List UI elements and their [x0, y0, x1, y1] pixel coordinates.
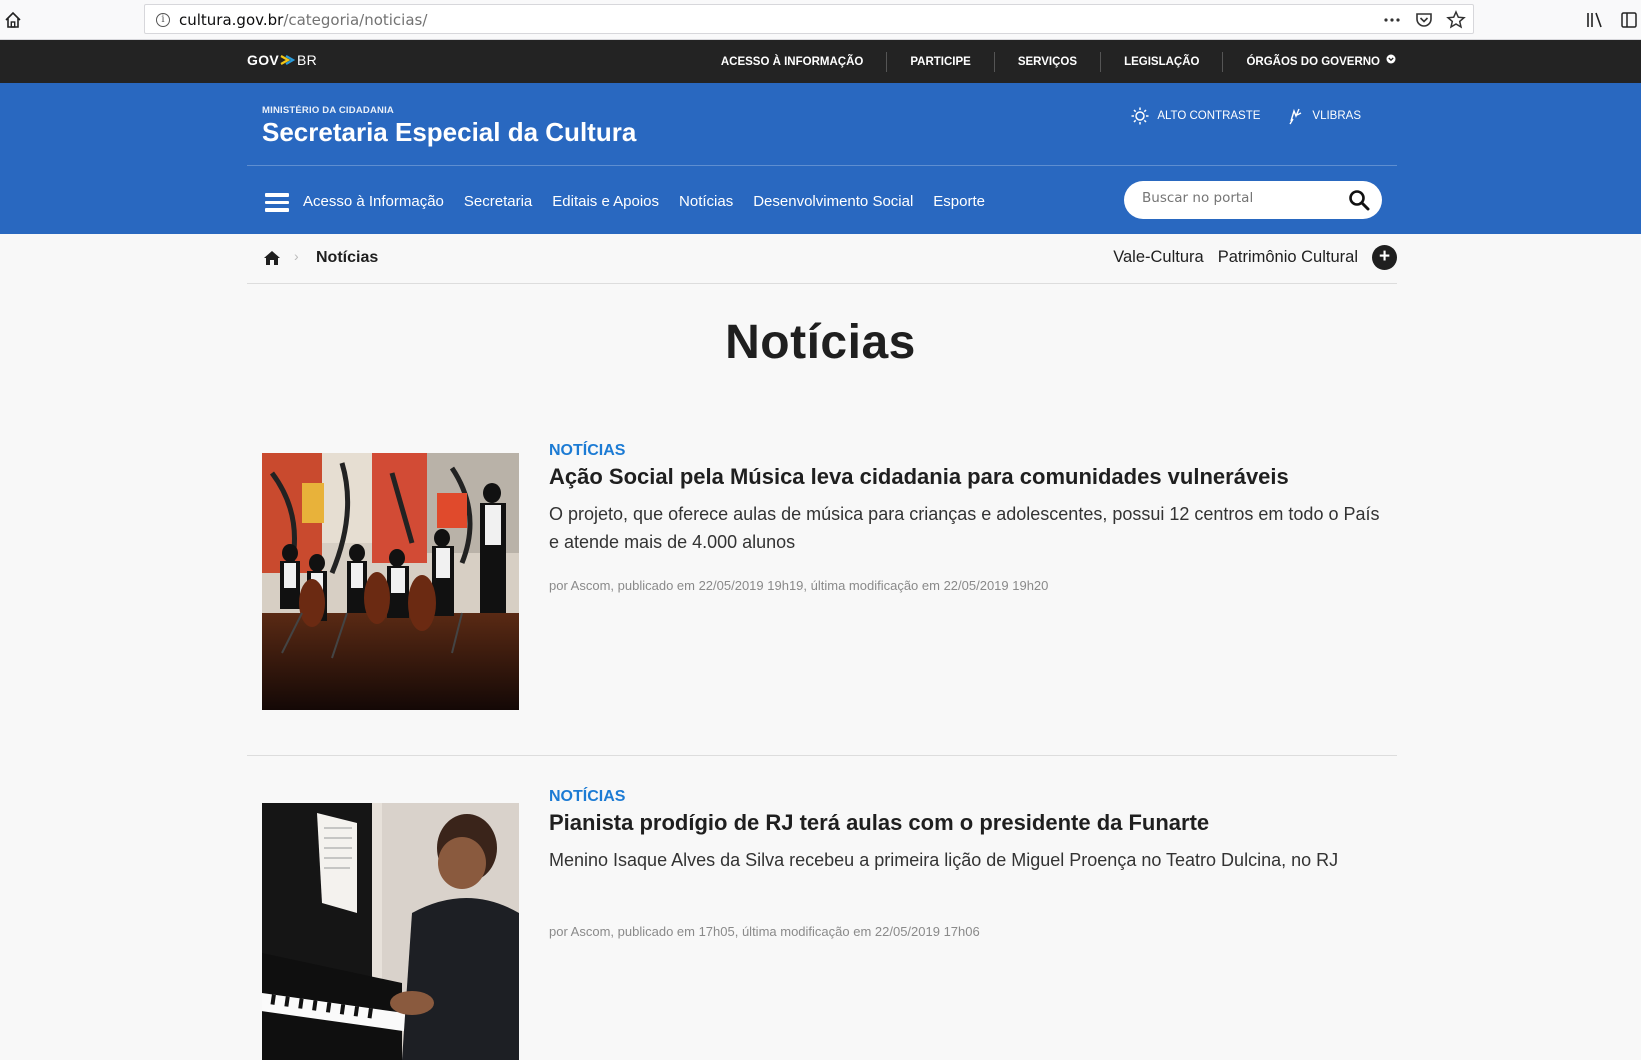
bookmark-star-icon[interactable]: [1445, 10, 1467, 30]
gov-link-acesso[interactable]: ACESSO À INFORMAÇÃO: [698, 51, 888, 72]
gov-link-participe[interactable]: PARTICIPE: [887, 51, 995, 72]
site-title[interactable]: Secretaria Especial da Cultura: [262, 117, 636, 148]
news-meta: por Ascom, publicado em 22/05/2019 19h19…: [549, 578, 1049, 593]
pocket-icon[interactable]: [1413, 10, 1435, 30]
gov-br-logo[interactable]: GOV BR: [247, 52, 317, 68]
news-item: NOTÍCIAS Ação Social pela Música leva ci…: [247, 434, 1397, 756]
ministry-label: MINISTÉRIO DA CIDADANIA: [262, 105, 394, 116]
nav-acesso-informacao[interactable]: Acesso à Informação: [303, 193, 444, 210]
home-icon[interactable]: [3, 10, 23, 30]
url-bar[interactable]: i cultura.gov.br/categoria/noticias/: [144, 4, 1474, 34]
plus-icon[interactable]: +: [1372, 245, 1397, 270]
quicklink-vale-cultura[interactable]: Vale-Cultura: [1113, 248, 1203, 267]
sidebar-icon[interactable]: [1619, 10, 1639, 30]
vlibras-label: VLIBRAS: [1312, 110, 1361, 122]
url-path: /categoria/noticias/: [283, 11, 428, 29]
br-logo-text: BR: [297, 52, 318, 68]
chevron-down-icon: [1386, 52, 1396, 72]
header-divider: [247, 165, 1397, 166]
news-item: NOTÍCIAS Pianista prodígio de RJ terá au…: [247, 788, 1397, 1060]
news-meta: por Ascom, publicado em 17h05, última mo…: [549, 924, 980, 939]
gov-link-orgaos[interactable]: ÓRGÃOS DO GOVERNO: [1223, 52, 1396, 72]
breadcrumb-home-icon[interactable]: [263, 250, 281, 266]
info-icon[interactable]: i: [156, 13, 170, 27]
high-contrast-button[interactable]: ALTO CONTRASTE: [1131, 107, 1260, 125]
high-contrast-label: ALTO CONTRASTE: [1157, 110, 1261, 122]
site-header: MINISTÉRIO DA CIDADANIA Secretaria Espec…: [0, 83, 1641, 234]
url-text[interactable]: cultura.gov.br/categoria/noticias/: [179, 11, 427, 29]
breadcrumb-separator-icon: ›: [294, 248, 299, 264]
url-actions: [1381, 9, 1467, 31]
news-category[interactable]: NOTÍCIAS: [549, 442, 625, 460]
news-title[interactable]: Ação Social pela Música leva cidadania p…: [549, 464, 1289, 490]
vlibras-icon: [1289, 108, 1302, 125]
news-thumbnail-pianist[interactable]: [262, 803, 519, 1060]
url-host: cultura.gov.br: [179, 11, 284, 29]
menu-icon[interactable]: [265, 193, 289, 213]
breadcrumb: › Notícias Vale-Cultura Patrimônio Cultu…: [247, 234, 1397, 284]
gov-link-servicos[interactable]: SERVIÇOS: [995, 51, 1102, 72]
gov-bar: GOV BR ACESSO À INFORMAÇÃO PARTICIPE SER…: [0, 40, 1641, 83]
nav-esporte[interactable]: Esporte: [933, 193, 985, 210]
quicklink-patrimonio-cultural[interactable]: Patrimônio Cultural: [1218, 248, 1358, 267]
nav-secretaria[interactable]: Secretaria: [464, 193, 532, 210]
gov-links: ACESSO À INFORMAÇÃO PARTICIPE SERVIÇOS L…: [698, 40, 1396, 83]
browser-toolbar: i cultura.gov.br/categoria/noticias/: [0, 0, 1641, 40]
more-icon[interactable]: [1381, 10, 1403, 30]
page-title: Notícias: [725, 316, 916, 369]
breadcrumb-current: Notícias: [316, 249, 379, 266]
gov-logo-text: GOV: [247, 52, 280, 68]
gov-link-legislacao[interactable]: LEGISLAÇÃO: [1101, 51, 1224, 72]
gov-logo-arrow-icon: [280, 55, 296, 65]
nav-editais-apoios[interactable]: Editais e Apoios: [552, 193, 659, 210]
news-description: Menino Isaque Alves da Silva recebeu a p…: [549, 850, 1339, 870]
contrast-icon: [1131, 107, 1149, 125]
toolbar-right: [1585, 10, 1639, 30]
quick-links: Vale-Cultura Patrimônio Cultural +: [1113, 245, 1397, 270]
search-box: [1124, 181, 1382, 219]
news-title[interactable]: Pianista prodígio de RJ terá aulas com o…: [549, 810, 1209, 836]
news-thumbnail-orchestra[interactable]: [262, 453, 519, 710]
vlibras-button[interactable]: VLIBRAS: [1288, 107, 1361, 125]
accessibility-tools: ALTO CONTRASTE VLIBRAS: [1131, 107, 1361, 125]
news-description: O projeto, que oferece aulas de música p…: [549, 504, 1380, 552]
library-icon[interactable]: [1585, 10, 1605, 30]
search-input[interactable]: [1142, 190, 1332, 206]
news-category[interactable]: NOTÍCIAS: [549, 788, 625, 806]
main-nav: Acesso à Informação Secretaria Editais e…: [303, 193, 985, 210]
nav-desenvolvimento-social[interactable]: Desenvolvimento Social: [753, 193, 913, 210]
gov-link-orgaos-label: ÓRGÃOS DO GOVERNO: [1246, 55, 1380, 68]
search-icon[interactable]: [1348, 189, 1370, 211]
nav-noticias[interactable]: Notícias: [679, 193, 733, 210]
